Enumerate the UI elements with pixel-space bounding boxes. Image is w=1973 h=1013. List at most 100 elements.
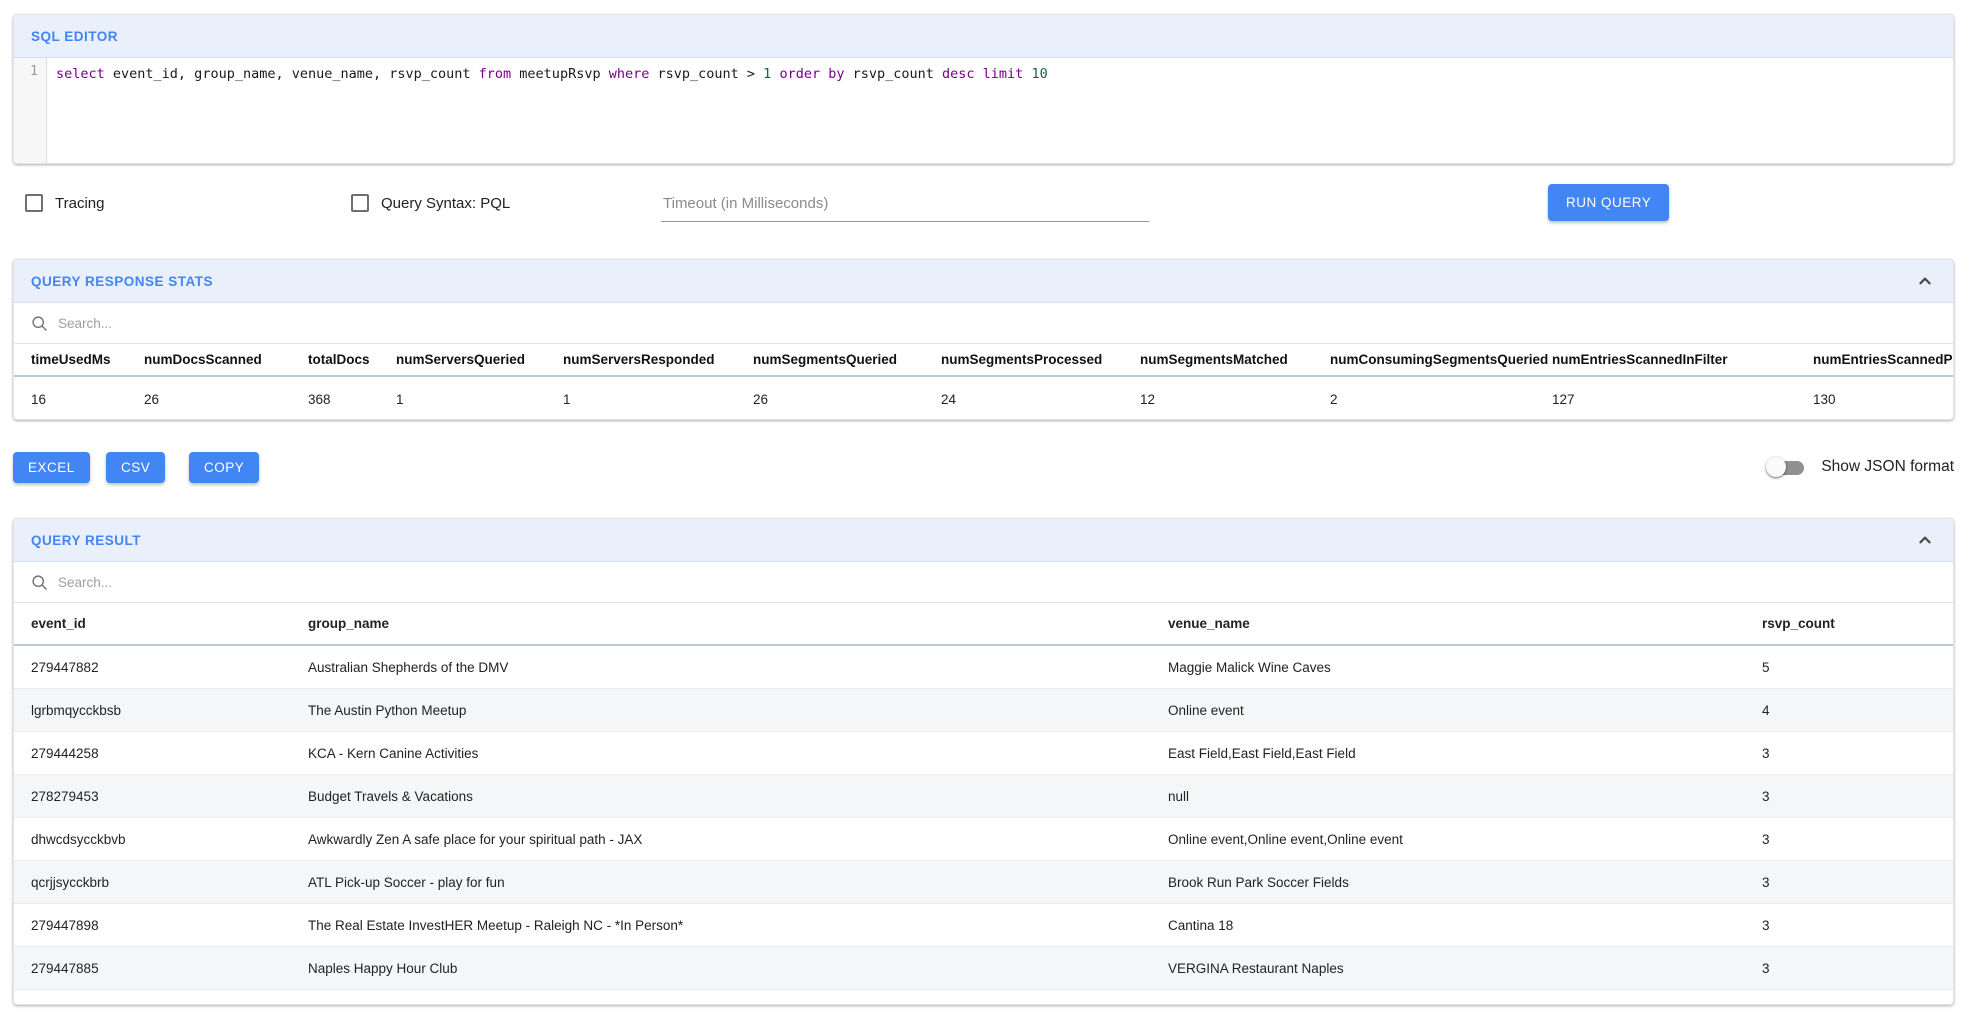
stats-column-header: numEntriesScannedInFilter bbox=[1552, 352, 1813, 367]
sql-token-kw: desc bbox=[942, 66, 975, 82]
json-format-toggle-group: Show JSON format bbox=[1768, 455, 1954, 479]
sql-token-plain: rsvp_count > bbox=[649, 66, 763, 82]
sql-token-kw: limit bbox=[983, 66, 1024, 82]
stats-value: 26 bbox=[753, 392, 941, 407]
sql-token-plain: meetupRsvp bbox=[511, 66, 609, 82]
result-cell: 3 bbox=[1762, 961, 1954, 976]
stats-value: 2 bbox=[1330, 392, 1552, 407]
result-cell: Australian Shepherds of the DMV bbox=[308, 660, 1168, 675]
result-table-body: 279447882Australian Shepherds of the DMV… bbox=[14, 646, 1953, 1005]
stats-value: 12 bbox=[1140, 392, 1330, 407]
pql-syntax-checkbox[interactable] bbox=[351, 194, 369, 212]
stats-header: QUERY RESPONSE STATS bbox=[14, 260, 1953, 303]
result-search-bar bbox=[14, 562, 1953, 603]
csv-button[interactable]: CSV bbox=[106, 452, 165, 483]
stats-value: 26 bbox=[144, 392, 308, 407]
sql-token-plain bbox=[975, 66, 983, 82]
sql-token-kw: select bbox=[56, 66, 105, 82]
result-cell: Naples Happy Hour Club bbox=[308, 961, 1168, 976]
stats-value: 24 bbox=[941, 392, 1140, 407]
stats-value: 130 bbox=[1813, 392, 1954, 407]
result-cell: Online event,Online event,Online event bbox=[1168, 1004, 1762, 1006]
result-cell: 3 bbox=[1762, 789, 1954, 804]
timeout-field-wrap bbox=[661, 186, 1149, 222]
stats-table-header-row: timeUsedMsnumDocsScannedtotalDocsnumServ… bbox=[14, 344, 1953, 377]
result-cell: 3 bbox=[1762, 875, 1954, 890]
tracing-checkbox-group: Tracing bbox=[25, 194, 104, 212]
table-row: 279444258KCA - Kern Canine ActivitiesEas… bbox=[14, 732, 1953, 775]
sql-token-kw: where bbox=[609, 66, 650, 82]
tracing-checkbox[interactable] bbox=[25, 194, 43, 212]
table-row: lgrbmqycckbsbThe Austin Python MeetupOnl… bbox=[14, 689, 1953, 732]
sql-editor-header: SQL EDITOR bbox=[14, 15, 1953, 58]
result-column-header[interactable]: venue_name bbox=[1168, 616, 1762, 631]
result-cell: Online event bbox=[1168, 703, 1762, 718]
run-query-button[interactable]: RUN QUERY bbox=[1548, 184, 1669, 221]
sql-token-kw: order by bbox=[779, 66, 844, 82]
result-cell: Awkwardly Zen A safe place for your spir… bbox=[308, 832, 1168, 847]
table-row: 278279453Budget Travels & Vacationsnull3 bbox=[14, 775, 1953, 818]
result-cell: 279447882 bbox=[14, 660, 308, 675]
table-row-clipped: Online event,Online event,Online event bbox=[14, 990, 1953, 1005]
code-editor: 1 select event_id, group_name, venue_nam… bbox=[14, 58, 1953, 164]
stats-column-header: numServersQueried bbox=[396, 352, 563, 367]
json-format-toggle[interactable] bbox=[1768, 455, 1806, 479]
excel-button[interactable]: EXCEL bbox=[13, 452, 90, 483]
stats-value: 127 bbox=[1552, 392, 1813, 407]
stats-search-input[interactable] bbox=[58, 316, 478, 331]
timeout-input[interactable] bbox=[661, 186, 1149, 222]
line-number-gutter: 1 bbox=[14, 58, 47, 164]
export-toolbar: EXCEL CSV COPY Show JSON format bbox=[0, 452, 1973, 486]
chevron-up-icon bbox=[1914, 529, 1936, 551]
result-cell: 279447898 bbox=[14, 918, 308, 933]
search-icon bbox=[31, 574, 48, 591]
result-collapse-button[interactable] bbox=[1914, 529, 1936, 551]
pql-checkbox-group: Query Syntax: PQL bbox=[351, 194, 510, 212]
result-search-input[interactable] bbox=[58, 575, 478, 590]
stats-column-header: numSegmentsQueried bbox=[753, 352, 941, 367]
result-column-header[interactable]: event_id bbox=[14, 616, 308, 631]
stats-value: 368 bbox=[308, 392, 396, 407]
query-response-stats-panel: QUERY RESPONSE STATS timeUsedMsnumDocsSc… bbox=[13, 259, 1954, 420]
stats-column-header: numSegmentsMatched bbox=[1140, 352, 1330, 367]
table-row: 279447885Naples Happy Hour ClubVERGINA R… bbox=[14, 947, 1953, 990]
result-cell: ATL Pick-up Soccer - play for fun bbox=[308, 875, 1168, 890]
result-cell: 3 bbox=[1762, 832, 1954, 847]
result-cell: VERGINA Restaurant Naples bbox=[1168, 961, 1762, 976]
sql-editor-panel: SQL EDITOR 1 select event_id, group_name… bbox=[13, 14, 1954, 164]
result-cell: lgrbmqycckbsb bbox=[14, 703, 308, 718]
line-number: 1 bbox=[30, 64, 38, 79]
table-row: 279447882Australian Shepherds of the DMV… bbox=[14, 646, 1953, 689]
result-cell: Brook Run Park Soccer Fields bbox=[1168, 875, 1762, 890]
sql-token-plain: rsvp_count bbox=[844, 66, 942, 82]
result-cell: KCA - Kern Canine Activities bbox=[308, 746, 1168, 761]
result-column-header[interactable]: group_name bbox=[308, 616, 1168, 631]
result-cell: Budget Travels & Vacations bbox=[308, 789, 1168, 804]
sql-token-plain: event_id, group_name, venue_name, rsvp_c… bbox=[105, 66, 479, 82]
result-title: QUERY RESULT bbox=[31, 533, 141, 548]
copy-button[interactable]: COPY bbox=[189, 452, 259, 483]
result-cell: The Austin Python Meetup bbox=[308, 703, 1168, 718]
stats-column-header: numConsumingSegmentsQueried bbox=[1330, 352, 1552, 367]
result-cell: 5 bbox=[1762, 660, 1954, 675]
stats-title: QUERY RESPONSE STATS bbox=[31, 274, 213, 289]
result-cell: East Field,East Field,East Field bbox=[1168, 746, 1762, 761]
stats-collapse-button[interactable] bbox=[1914, 270, 1936, 292]
query-result-panel: QUERY RESULT event_idgroup_namevenue_nam… bbox=[13, 518, 1954, 1005]
stats-value: 1 bbox=[396, 392, 563, 407]
sql-query-input[interactable]: select event_id, group_name, venue_name,… bbox=[47, 58, 1953, 164]
tracing-label: Tracing bbox=[55, 195, 104, 212]
table-row: qcrjjsycckbrbATL Pick-up Soccer - play f… bbox=[14, 861, 1953, 904]
result-column-header[interactable]: rsvp_count bbox=[1762, 616, 1954, 631]
sql-editor-title: SQL EDITOR bbox=[31, 29, 118, 44]
stats-column-header: numSegmentsProcessed bbox=[941, 352, 1140, 367]
result-cell: 3 bbox=[1762, 918, 1954, 933]
result-table-header-row: event_idgroup_namevenue_namersvp_count bbox=[14, 603, 1953, 646]
pql-syntax-label: Query Syntax: PQL bbox=[381, 195, 510, 212]
sql-token-kw: from bbox=[479, 66, 512, 82]
json-toggle-label: Show JSON format bbox=[1821, 458, 1954, 476]
result-cell: qcrjjsycckbrb bbox=[14, 875, 308, 890]
result-cell: The Real Estate InvestHER Meetup - Ralei… bbox=[308, 918, 1168, 933]
sql-token-num: 10 bbox=[1031, 66, 1047, 82]
result-cell: 279444258 bbox=[14, 746, 308, 761]
